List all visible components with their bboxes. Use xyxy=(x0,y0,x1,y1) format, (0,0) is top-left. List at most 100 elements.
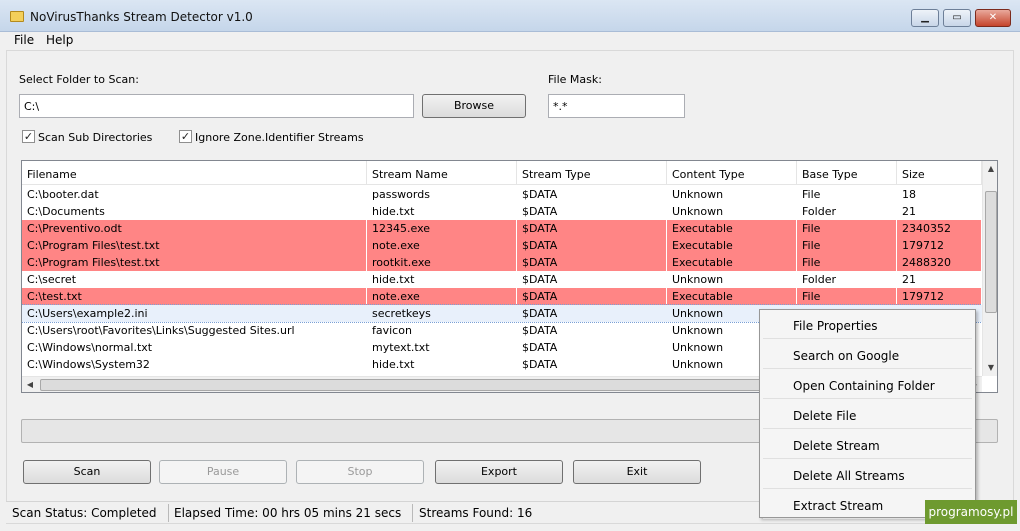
cell-stream-name: secretkeys xyxy=(372,307,431,320)
ctx-open-folder[interactable]: Open Containing Folder xyxy=(763,372,972,399)
folder-label: Select Folder to Scan: xyxy=(19,73,139,86)
exit-button[interactable]: Exit xyxy=(573,460,701,484)
scan-sub-checkbox[interactable]: ✓ xyxy=(22,130,35,143)
ignore-zone-label: Ignore Zone.Identifier Streams xyxy=(195,131,364,144)
browse-button[interactable]: Browse xyxy=(422,94,526,118)
column-content-type[interactable]: Content Type xyxy=(667,161,797,185)
cell-content-type: Unknown xyxy=(672,188,724,201)
cell-content-type: Executable xyxy=(667,220,797,237)
cell-base-type: File xyxy=(802,188,821,201)
cell-stream-type: $DATA xyxy=(517,220,667,237)
close-button[interactable]: ✕ xyxy=(975,9,1011,27)
scroll-down-icon[interactable]: ▼ xyxy=(983,360,997,376)
cell-content-type: Executable xyxy=(667,254,797,271)
maximize-button[interactable]: ▭ xyxy=(943,9,971,27)
ignore-zone-checkbox[interactable]: ✓ xyxy=(179,130,192,143)
cell-stream-name: passwords xyxy=(372,188,430,201)
cell-stream-type: $DATA xyxy=(522,341,558,354)
cell-size: 2488320 xyxy=(897,254,982,271)
cell-stream-type: $DATA xyxy=(522,205,558,218)
status-divider xyxy=(412,504,413,522)
cell-stream-name: note.exe xyxy=(367,288,517,305)
cell-size: 18 xyxy=(902,188,916,201)
scroll-left-icon[interactable]: ◀ xyxy=(22,377,38,392)
menu-file[interactable]: File xyxy=(14,33,34,47)
list-header: Filename Stream Name Stream Type Content… xyxy=(22,161,982,185)
cell-stream-type: $DATA xyxy=(517,288,667,305)
cell-stream-type: $DATA xyxy=(522,188,558,201)
minimize-button[interactable]: ▁ xyxy=(911,9,939,27)
ctx-file-properties[interactable]: File Properties xyxy=(763,312,972,339)
cell-filename: C:\Users\root\Favorites\Links\Suggested … xyxy=(27,324,295,337)
cell-size: 21 xyxy=(902,205,916,218)
cell-base-type: File xyxy=(797,220,897,237)
cell-content-type: Unknown xyxy=(672,273,724,286)
vertical-scroll-thumb[interactable] xyxy=(985,191,997,313)
window-title: NoVirusThanks Stream Detector v1.0 xyxy=(30,10,253,24)
table-row[interactable]: C:\Preventivo.odt 12345.exe $DATA Executabl… xyxy=(22,220,982,237)
cell-filename: C:\secret xyxy=(27,273,77,286)
table-row[interactable]: C:\booter.dat passwords $DATA Unknown File 18 xyxy=(22,186,982,203)
context-menu: File Properties Search on Google Open Cont… xyxy=(759,309,976,519)
stop-button[interactable]: Stop xyxy=(296,460,424,484)
menu-bar: File Help xyxy=(6,32,1014,50)
ctx-delete-file[interactable]: Delete File xyxy=(763,402,972,429)
title-bar: NoVirusThanks Stream Detector v1.0 ▁ ▭ ✕ xyxy=(0,0,1020,32)
scan-sub-label: Scan Sub Directories xyxy=(38,131,153,144)
column-stream-type[interactable]: Stream Type xyxy=(517,161,667,185)
cell-base-type: Folder xyxy=(802,273,836,286)
export-button[interactable]: Export xyxy=(435,460,563,484)
cell-content-type: Unknown xyxy=(672,205,724,218)
table-row[interactable]: C:\Program Files\test.txt rootkit.exe $DAT… xyxy=(22,254,982,271)
scan-button[interactable]: Scan xyxy=(23,460,151,484)
cell-base-type: File xyxy=(797,254,897,271)
watermark-logo: programosy.pl xyxy=(925,500,1017,524)
folder-input[interactable]: C:\ xyxy=(19,94,414,118)
cell-size: 21 xyxy=(902,273,916,286)
cell-filename: C:\Windows\normal.txt xyxy=(27,341,153,354)
pause-button[interactable]: Pause xyxy=(159,460,287,484)
cell-stream-name: rootkit.exe xyxy=(367,254,517,271)
cell-size: 179712 xyxy=(897,288,982,305)
column-stream-name[interactable]: Stream Name xyxy=(367,161,517,185)
column-base-type[interactable]: Base Type xyxy=(797,161,897,185)
table-row[interactable]: C:\Program Files\test.txt note.exe $DATA Ex… xyxy=(22,237,982,254)
ctx-search-google[interactable]: Search on Google xyxy=(763,342,972,369)
cell-size: 2340352 xyxy=(897,220,982,237)
ctx-delete-stream[interactable]: Delete Stream xyxy=(763,432,972,459)
ctx-delete-all-streams[interactable]: Delete All Streams xyxy=(763,462,972,489)
cell-content-type: Executable xyxy=(667,237,797,254)
status-divider xyxy=(168,504,169,522)
cell-stream-type: $DATA xyxy=(517,237,667,254)
cell-filename: C:\booter.dat xyxy=(27,188,99,201)
file-mask-input[interactable]: *.* xyxy=(548,94,685,118)
cell-stream-name: 12345.exe xyxy=(367,220,517,237)
cell-stream-name: hide.txt xyxy=(372,205,415,218)
column-size[interactable]: Size xyxy=(897,161,982,185)
cell-base-type: File xyxy=(797,288,897,305)
cell-stream-name: mytext.txt xyxy=(372,341,430,354)
cell-size: 179712 xyxy=(897,237,982,254)
cell-stream-name: favicon xyxy=(372,324,412,337)
scan-status: Scan Status: Completed xyxy=(12,506,157,520)
cell-stream-name: hide.txt xyxy=(372,358,415,371)
elapsed-time: Elapsed Time: 00 hrs 05 mins 21 secs xyxy=(174,506,402,520)
table-row[interactable]: C:\Documents hide.txt $DATA Unknown Folder 21 xyxy=(22,203,982,220)
cell-filename: C:\Users\example2.ini xyxy=(27,307,148,320)
cell-base-type: File xyxy=(797,237,897,254)
cell-stream-type: $DATA xyxy=(522,273,558,286)
cell-filename: C:\test.txt xyxy=(22,288,367,305)
table-row[interactable]: C:\secret hide.txt $DATA Unknown Folder 21 xyxy=(22,271,982,288)
cell-base-type: Folder xyxy=(802,205,836,218)
cell-filename: C:\Windows\System32 xyxy=(27,358,150,371)
vertical-scrollbar[interactable]: ▲ ▼ xyxy=(982,161,997,376)
cell-stream-name: hide.txt xyxy=(372,273,415,286)
cell-stream-type: $DATA xyxy=(517,254,667,271)
scroll-up-icon[interactable]: ▲ xyxy=(983,161,997,177)
menu-help[interactable]: Help xyxy=(46,33,73,47)
cell-filename: C:\Preventivo.odt xyxy=(22,220,367,237)
file-mask-label: File Mask: xyxy=(548,73,602,86)
table-row[interactable]: C:\test.txt note.exe $DATA Executable File 17… xyxy=(22,288,982,305)
column-filename[interactable]: Filename xyxy=(22,161,367,185)
cell-filename: C:\Program Files\test.txt xyxy=(22,254,367,271)
